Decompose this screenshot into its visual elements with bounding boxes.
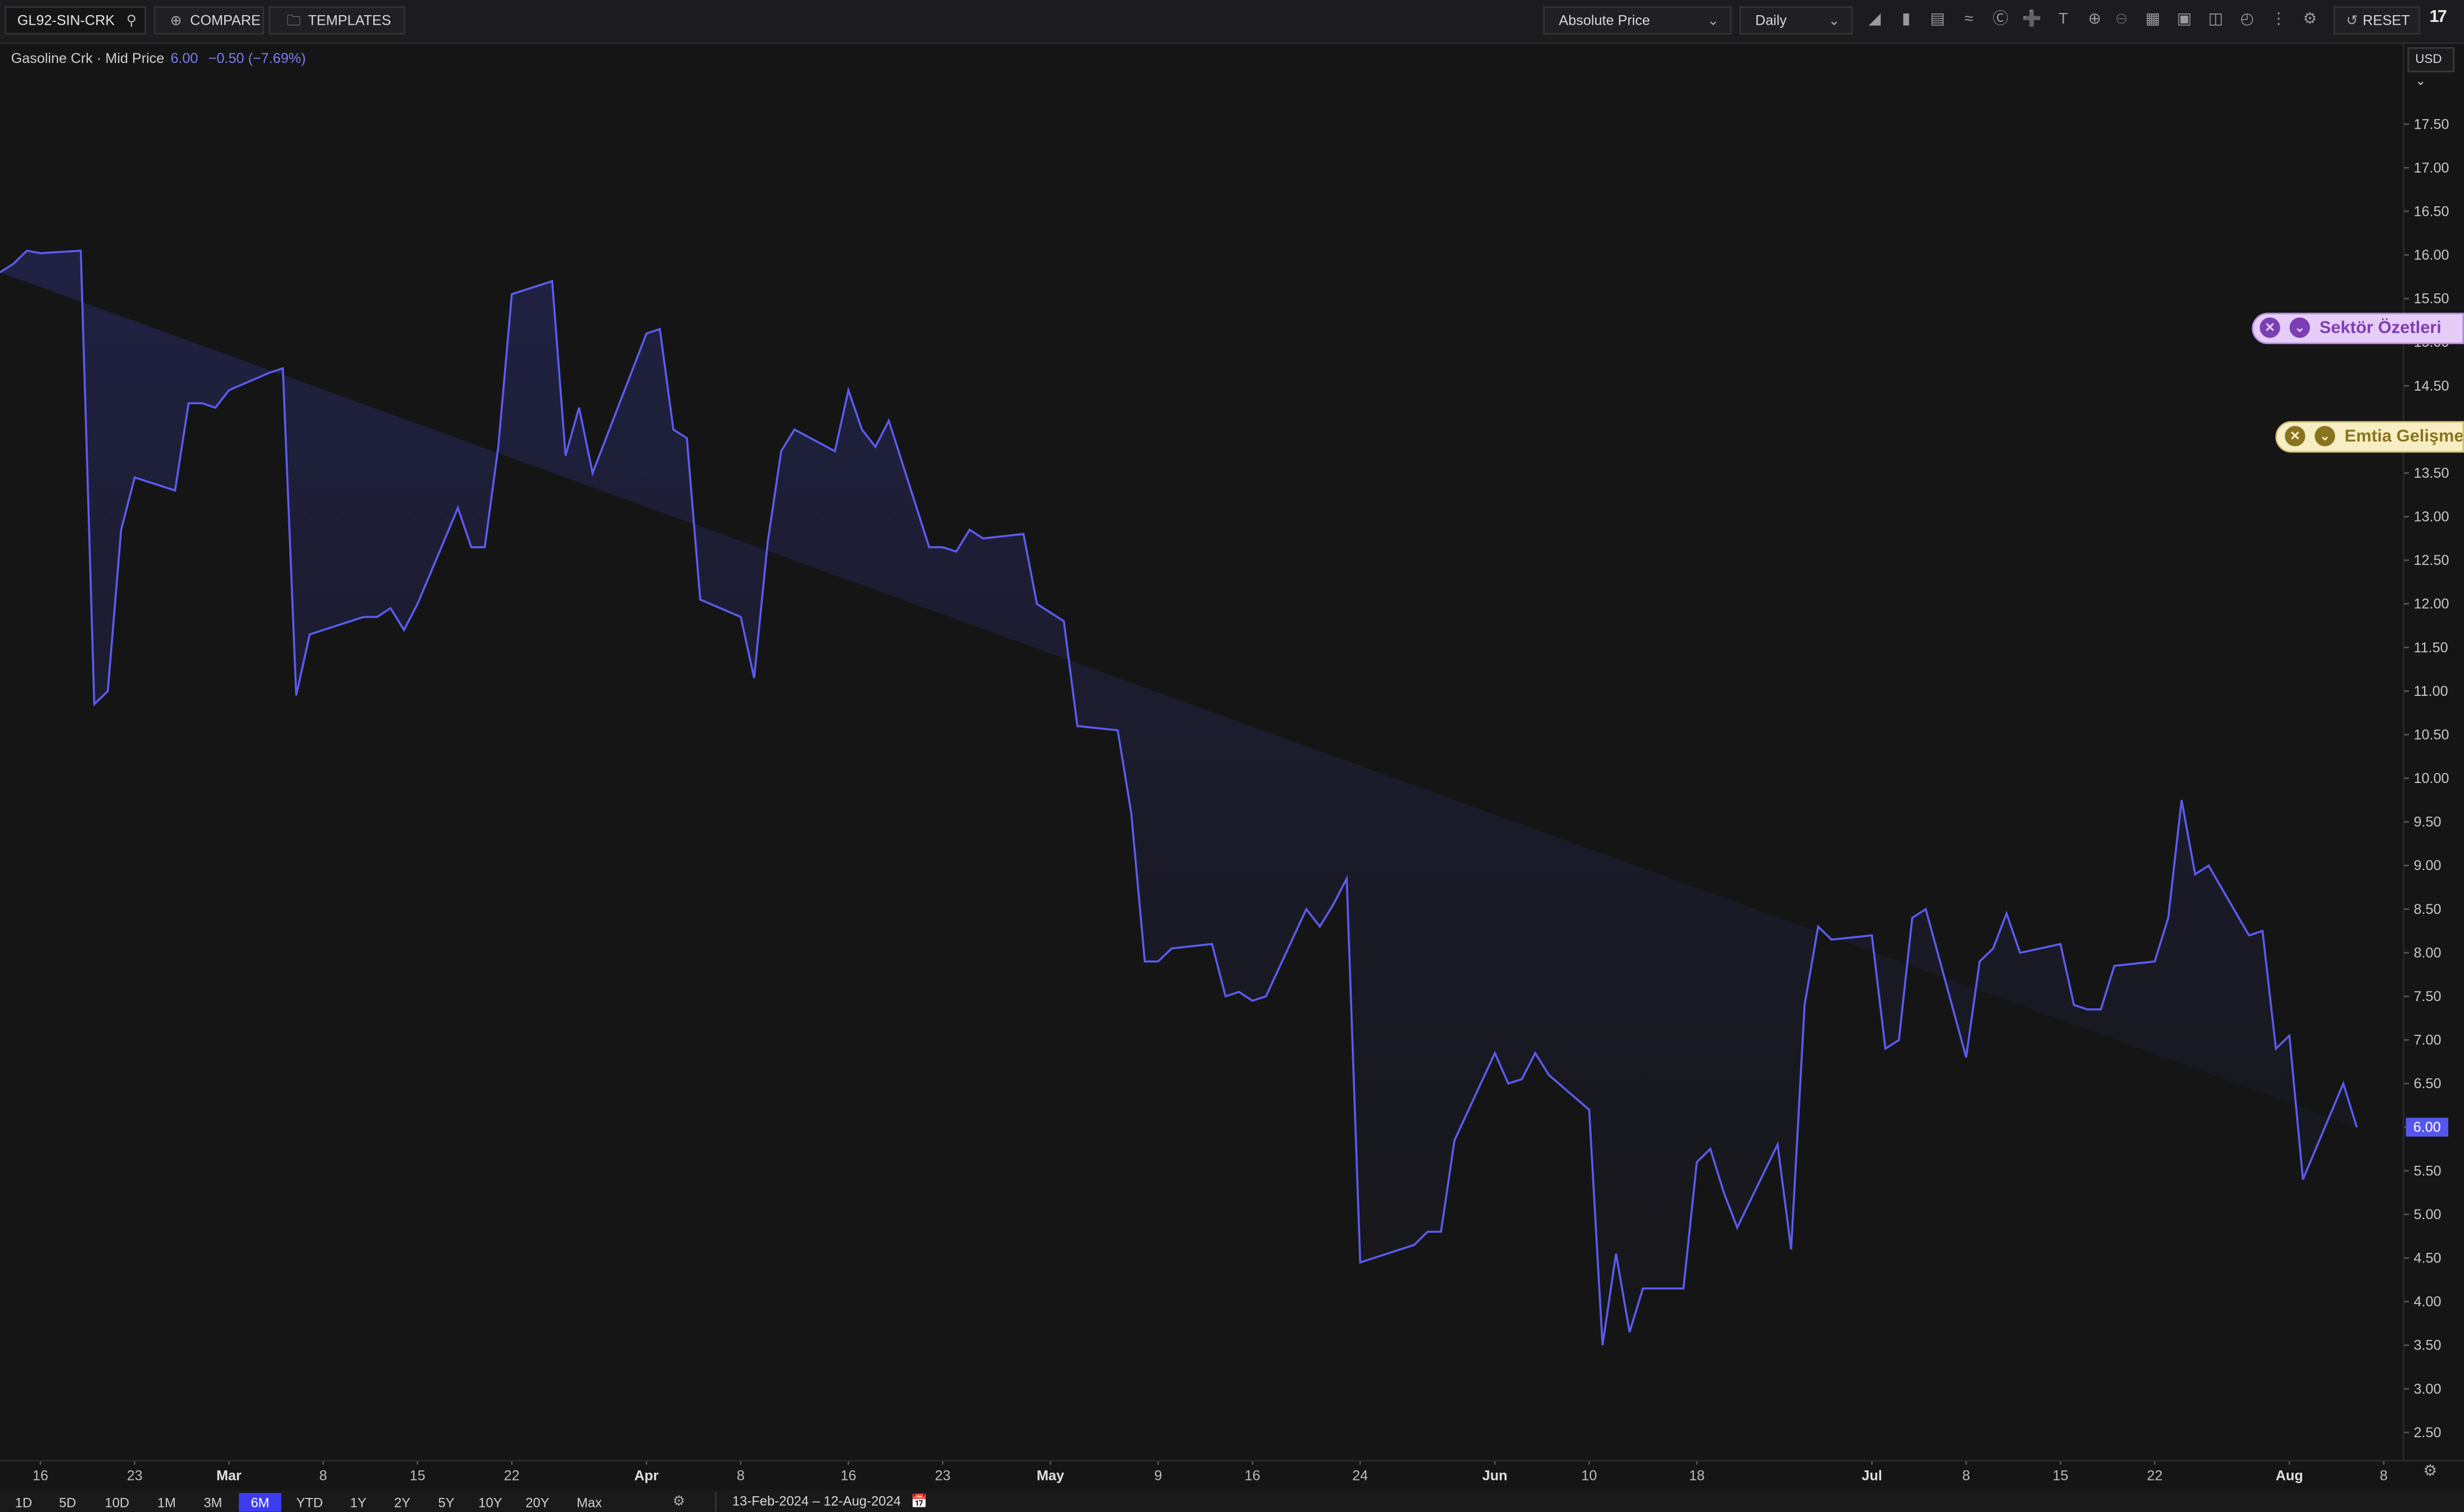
y-tick-label: 3.50 [2414,1338,2442,1353]
price-chart[interactable]: 2.50 3.00 3.50 4.00 4.50 5.00 5.50 6.00 6.50 7.00… [0,0,2464,1512]
range-button-1m[interactable]: 1M [150,1493,184,1512]
x-tick-label: 22 [2147,1468,2163,1484]
annotation-label: Sektör Özetleri [2319,319,2442,338]
time-axis-divider [0,1460,2464,1462]
y-tick-label: 5.50 [2414,1163,2442,1179]
y-tick-label: 8.50 [2414,902,2442,917]
x-tick-label: 15 [410,1468,425,1484]
range-button-5d[interactable]: 5D [50,1493,85,1512]
x-axis: 16 23 Mar 8 15 22 Apr 8 16 23 May 9 16 24 Jun 10 18 Jul 8 1… [33,1460,2388,1484]
chart-app: GL92-SIN-CRK ⚲ ⊕ COMPARE 🗀 TEMPLATES Absol… [0,0,2464,1512]
x-tick-label: 16 [1244,1468,1260,1484]
range-button-3m[interactable]: 3M [193,1493,233,1512]
x-tick-label: Mar [216,1468,242,1484]
x-tick-label: 16 [841,1468,857,1484]
y-tick-label: 14.50 [2414,378,2449,394]
y-tick-label: 7.00 [2414,1033,2442,1048]
range-button-10y[interactable]: 10Y [473,1493,508,1512]
x-tick-label: Jul [1861,1468,1882,1484]
x-tick-label: 23 [127,1468,143,1484]
y-tick-label: 11.00 [2414,683,2448,699]
y-tick-label: 5.00 [2414,1207,2442,1223]
range-button-20y[interactable]: 20Y [517,1493,558,1512]
x-tick-label: 22 [504,1468,520,1484]
range-button-1y[interactable]: 1Y [341,1493,376,1512]
y-tick-label: 9.00 [2414,858,2442,873]
range-button-6m[interactable]: 6M [238,1493,282,1512]
annotation-emtia-gelisme[interactable]: ✕ ⌄ Emtia Gelişme [2275,421,2464,453]
range-button-10d[interactable]: 10D [96,1493,138,1512]
y-tick-label: 17.00 [2414,160,2449,176]
last-price-text: 6.00 [2413,1120,2441,1135]
x-tick-label: 9 [1154,1468,1162,1484]
y-tick-label: 10.50 [2414,727,2449,743]
y-tick-label: 16.50 [2414,203,2449,219]
y-tick-label: 4.50 [2414,1251,2442,1266]
axis-settings-icon[interactable]: ⚙ [2423,1463,2437,1481]
date-range-text: 13-Feb-2024 – 12-Aug-2024 [732,1493,901,1509]
x-tick-label: 24 [1352,1468,1368,1484]
y-tick-label: 12.00 [2414,596,2449,612]
range-button-2y[interactable]: 2Y [385,1493,420,1512]
range-button-max[interactable]: Max [567,1493,611,1512]
y-tick-label: 17.50 [2414,116,2449,132]
x-tick-label: 23 [935,1468,950,1484]
annotation-label: Emtia Gelişme [2344,427,2464,447]
series-area-fill [0,250,2357,1346]
range-button-ytd[interactable]: YTD [288,1493,332,1512]
gear-icon[interactable]: ⚙ [673,1493,686,1510]
y-tick-label: 3.00 [2414,1381,2442,1397]
y-tick-label: 11.50 [2414,640,2448,655]
y-tick-label: 7.50 [2414,989,2442,1004]
calendar-icon: 📅 [911,1493,928,1509]
y-tick-label: 2.50 [2414,1425,2442,1441]
y-tick-label: 16.00 [2414,247,2449,263]
y-tick-label: 8.00 [2414,945,2442,961]
y-tick-label: 13.00 [2414,509,2449,525]
y-tick-label: 13.50 [2414,465,2449,481]
range-button-1d[interactable]: 1D [4,1493,42,1512]
x-tick-label: Jun [1482,1468,1507,1484]
x-tick-label: 18 [1689,1468,1705,1484]
x-tick-label: 8 [2380,1468,2388,1484]
last-price-label: 6.00 [2406,1117,2449,1137]
x-tick-label: 8 [319,1468,327,1484]
x-tick-label: Aug [2276,1468,2303,1484]
price-axis-divider [2402,42,2404,1460]
x-tick-label: 15 [2053,1468,2068,1484]
close-icon[interactable]: ✕ [2259,316,2280,337]
x-tick-label: May [1036,1468,1064,1484]
y-tick-label: 6.50 [2414,1076,2442,1092]
close-icon[interactable]: ✕ [2285,425,2306,446]
y-tick-label: 12.50 [2414,553,2449,568]
chevron-down-icon[interactable]: ⌄ [2289,316,2310,337]
y-tick-label: 4.00 [2414,1294,2442,1310]
date-range-picker[interactable]: 13-Feb-2024 – 12-Aug-2024 📅 [715,1491,935,1512]
annotation-sektor-ozetleri[interactable]: ✕ ⌄ Sektör Özetleri [2252,313,2464,345]
x-tick-label: Apr [634,1468,659,1484]
y-tick-label: 15.50 [2414,291,2449,307]
chevron-down-icon[interactable]: ⌄ [2314,425,2335,446]
x-tick-label: 8 [1962,1468,1970,1484]
y-tick-label: 10.00 [2414,771,2449,786]
x-tick-label: 16 [33,1468,48,1484]
range-button-5y[interactable]: 5Y [429,1493,464,1512]
x-tick-label: 10 [1581,1468,1597,1484]
y-tick-label: 9.50 [2414,814,2442,830]
x-tick-label: 8 [737,1468,745,1484]
